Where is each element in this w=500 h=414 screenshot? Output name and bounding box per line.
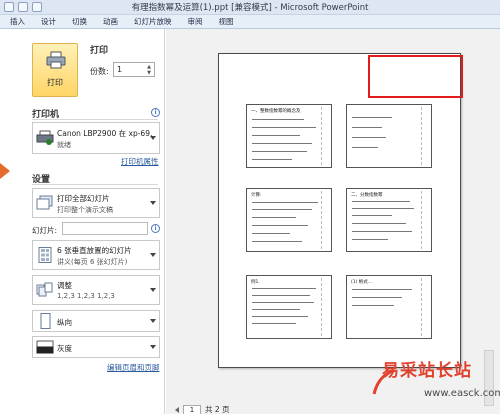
chevron-down-icon [150, 345, 156, 349]
print-button-label: 打印 [47, 78, 63, 87]
slide-title: 二、分数指数幂 [351, 193, 383, 198]
tab-transitions[interactable]: 切换 [64, 16, 95, 27]
page-number-input[interactable]: 1 [183, 404, 201, 414]
slide-thumbnail: 例1. [246, 275, 332, 339]
color-dropdown[interactable]: 灰度 [32, 336, 160, 358]
slide-title: 计算: [251, 193, 262, 198]
slide-title: 例1. [251, 280, 260, 285]
ribbon-tabs: 插入 设计 切换 动画 幻灯片放映 审阅 视图 [0, 15, 500, 29]
printer-status: 就绪 [57, 141, 71, 149]
grayscale-icon [36, 340, 54, 354]
tab-slideshow[interactable]: 幻灯片放映 [126, 16, 180, 27]
print-range-subtitle: 打印整个演示文稿 [57, 206, 113, 214]
watermark-url: www.easck.com [424, 388, 500, 399]
tab-animations[interactable]: 动画 [95, 16, 126, 27]
printer-name: Canon LBP2900 在 xp-69... [57, 129, 153, 138]
layout-title: 6 张垂直放置的幻灯片 [57, 246, 132, 255]
previous-page-icon[interactable] [175, 406, 179, 413]
info-icon[interactable]: i [151, 108, 160, 117]
highlight-box [368, 55, 463, 98]
slide-thumbnail [346, 104, 432, 168]
slide-title: (1) 根式... [351, 280, 373, 285]
title-bar: 有理指数幂及运算(1).ppt [兼容模式] - Microsoft Power… [0, 0, 500, 15]
chevron-down-icon [150, 319, 156, 323]
tab-insert[interactable]: 插入 [2, 16, 33, 27]
copies-label: 份数: [90, 67, 109, 76]
slide-thumbnail: 一、整数指数幂的概念及 [246, 104, 332, 168]
chevron-down-icon [150, 288, 156, 292]
slides-stack-icon [36, 195, 53, 210]
printer-icon [36, 130, 54, 145]
watermark: 易采站长站 www.easck.com [372, 352, 500, 414]
slide-thumbnail: 二、分数指数幂 [346, 188, 432, 252]
window-title: 有理指数幂及运算(1).ppt [兼容模式] - Microsoft Power… [131, 3, 369, 13]
handout-icon [38, 247, 52, 263]
copies-value: 1 [117, 65, 123, 74]
printer-properties-link[interactable]: 打印机属性 [121, 156, 159, 167]
chevron-down-icon [150, 253, 156, 257]
orientation-title: 纵向 [57, 318, 72, 327]
backstage-marker [0, 163, 10, 179]
chevron-down-icon [150, 136, 156, 140]
tab-view[interactable]: 视图 [211, 16, 242, 27]
collate-dropdown[interactable]: 调整 1,2,3 1,2,3 1,2,3 [32, 275, 160, 305]
portrait-icon [40, 313, 51, 329]
color-title: 灰度 [57, 344, 72, 353]
slide-thumbnail: 计算: [246, 188, 332, 252]
collate-subtitle: 1,2,3 1,2,3 1,2,3 [57, 292, 115, 300]
print-button[interactable]: 打印 [32, 43, 78, 97]
print-range-dropdown[interactable]: 打印全部幻灯片 打印整个演示文稿 [32, 188, 160, 218]
printer-icon [46, 51, 66, 69]
collate-title: 调整 [57, 281, 72, 290]
divider [32, 184, 158, 185]
print-settings-panel: 打印 打印 份数: 1 ▲ ▼ 打印机 i Canon LBP2900 在 xp-… [0, 29, 165, 414]
orientation-dropdown[interactable]: 纵向 [32, 310, 160, 332]
divider [32, 119, 158, 120]
page-navigator: 1 共 2 页 [175, 404, 230, 414]
watermark-brand: 易采站长站 [382, 361, 472, 381]
layout-dropdown[interactable]: 6 张垂直放置的幻灯片 讲义(每页 6 张幻灯片) [32, 240, 160, 270]
printer-dropdown[interactable]: Canon LBP2900 在 xp-69... 就绪 [32, 122, 160, 154]
slides-label: 幻灯片: [32, 226, 58, 235]
slide-thumbnail: (1) 根式... [346, 275, 432, 339]
tab-review[interactable]: 审阅 [180, 16, 211, 27]
collate-icon [36, 282, 53, 297]
print-heading: 打印 [90, 46, 109, 56]
edit-header-footer-link[interactable]: 编辑页眉和页脚 [107, 362, 160, 373]
print-range-title: 打印全部幻灯片 [57, 194, 110, 203]
slides-input[interactable] [62, 222, 148, 235]
spin-arrows-icon[interactable]: ▲ ▼ [145, 64, 153, 76]
info-icon[interactable]: i [151, 224, 160, 233]
tab-design[interactable]: 设计 [33, 16, 64, 27]
layout-subtitle: 讲义(每页 6 张幻灯片) [57, 258, 128, 266]
slide-title: 一、整数指数幂的概念及 [251, 109, 301, 114]
page-total: 共 2 页 [205, 405, 230, 414]
copies-stepper[interactable]: 1 ▲ ▼ [113, 62, 155, 77]
chevron-down-icon [150, 201, 156, 205]
